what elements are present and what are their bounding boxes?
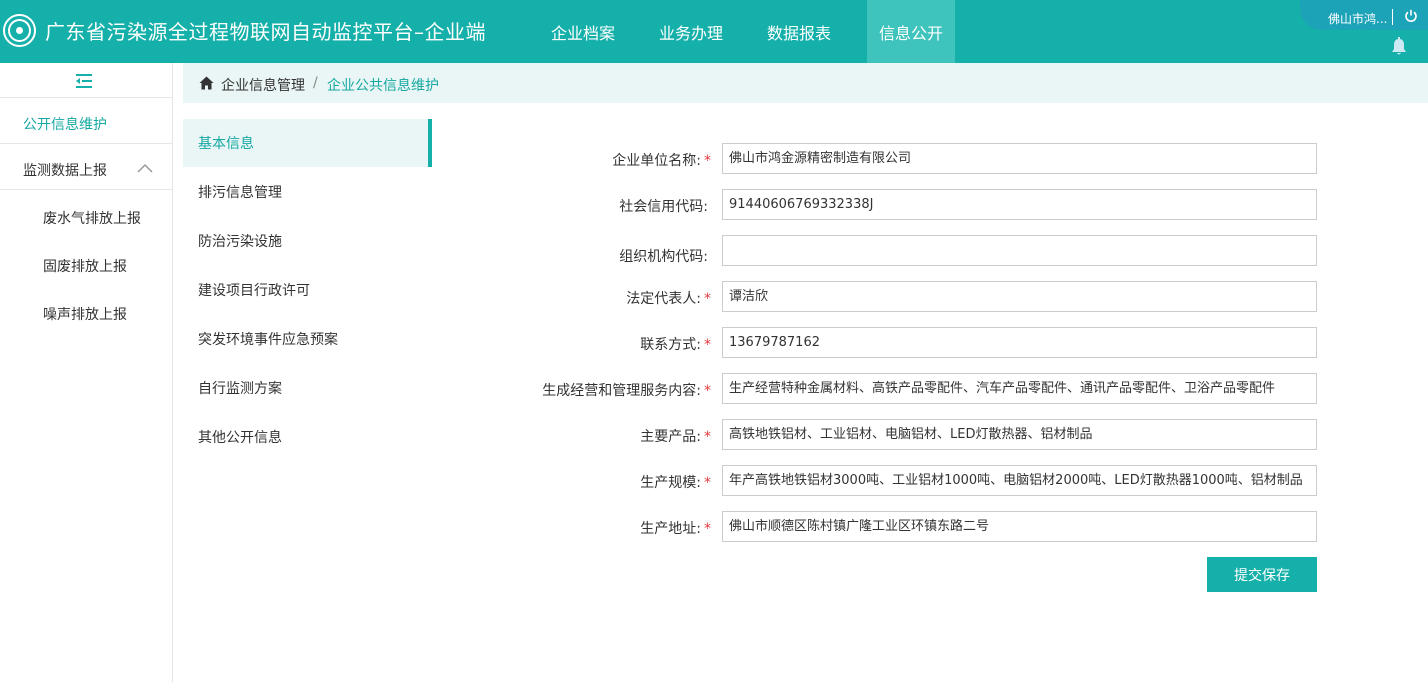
logo-icon	[3, 14, 36, 47]
bell-icon[interactable]	[1390, 37, 1408, 57]
sidebar: 公开信息维护 监测数据上报 废水气排放上报 固废排放上报 噪声排放上报	[0, 63, 173, 682]
top-header: 广东省污染源全过程物联网自动监控平台–企业端 企业档案 业务办理 数据报表 信息…	[0, 0, 1428, 63]
nav-data-reports[interactable]: 数据报表	[751, 0, 847, 63]
submit-save-button[interactable]: 提交保存	[1207, 557, 1317, 592]
contact-field[interactable]: 13679787162	[722, 327, 1317, 358]
main-nav: 企业档案 业务办理 数据报表 信息公开	[535, 0, 967, 63]
submenu-emergency-plan[interactable]: 突发环境事件应急预案	[183, 314, 432, 363]
business-scope-field[interactable]: 生产经营特种金属材料、高铁产品零配件、汽车产品零配件、通讯产品零配件、卫浴产品零…	[722, 373, 1317, 404]
user-name[interactable]: 佛山市鸿...	[1328, 10, 1387, 27]
nav-business[interactable]: 业务办理	[643, 0, 739, 63]
info-submenu: 基本信息 排污信息管理 防治污染设施 建设项目行政许可 突发环境事件应急预案 自…	[183, 119, 432, 461]
form-row-main-products: 主要产品: * 高铁地铁铝材、工业铝材、电脑铝材、LED灯散热器、铝材制品	[500, 419, 1317, 450]
field-label: 联系方式: *	[640, 337, 711, 353]
form-row-legal-rep: 法定代表人: * 谭洁欣	[500, 281, 1317, 312]
address-field[interactable]: 佛山市顺德区陈村镇广隆工业区环镇东路二号	[722, 511, 1317, 542]
user-area: 佛山市鸿...	[1300, 0, 1428, 30]
sidebar-item-public-info[interactable]: 公开信息维护	[23, 114, 107, 134]
breadcrumb-level2: 企业公共信息维护	[327, 78, 439, 94]
submenu-self-monitoring[interactable]: 自行监测方案	[183, 363, 432, 412]
main-products-field[interactable]: 高铁地铁铝材、工业铝材、电脑铝材、LED灯散热器、铝材制品	[722, 419, 1317, 450]
form-row-business-scope: 生成经营和管理服务内容: * 生产经营特种金属材料、高铁产品零配件、汽车产品零配件…	[500, 373, 1317, 404]
divider	[0, 189, 172, 190]
submenu-construction-permit[interactable]: 建设项目行政许可	[183, 265, 432, 314]
sidebar-item-noise[interactable]: 噪声排放上报	[43, 304, 127, 324]
power-icon[interactable]	[1404, 9, 1418, 23]
form-row-production-scale: 生产规模: * 年产高铁地铁铝材3000吨、工业铝材1000吨、电脑铝材2000吨…	[500, 465, 1317, 496]
submenu-basic-info[interactable]: 基本信息	[183, 119, 432, 167]
breadcrumb-level1[interactable]: 企业信息管理	[221, 75, 305, 95]
sidebar-item-wastewater-gas[interactable]: 废水气排放上报	[43, 208, 141, 228]
collapse-menu-icon[interactable]	[74, 72, 94, 90]
field-label: 主要产品: *	[640, 429, 711, 445]
breadcrumb-separator: /	[313, 75, 318, 91]
org-code-field[interactable]	[722, 235, 1317, 266]
form-row-address: 生产地址: * 佛山市顺德区陈村镇广隆工业区环镇东路二号	[500, 511, 1317, 542]
app-title: 广东省污染源全过程物联网自动监控平台–企业端	[45, 20, 486, 44]
sidebar-item-solid-waste[interactable]: 固废排放上报	[43, 256, 127, 276]
production-scale-field[interactable]: 年产高铁地铁铝材3000吨、工业铝材1000吨、电脑铝材2000吨、LED灯散热…	[722, 465, 1317, 496]
field-label: 企业单位名称: *	[612, 153, 711, 169]
field-label: 组织机构代码:	[619, 249, 708, 265]
submenu-pollution-facilities[interactable]: 防治污染设施	[183, 216, 432, 265]
form-row-org-code: 组织机构代码:	[500, 235, 1317, 266]
form-row-credit-code: 社会信用代码: 91440606769332338J	[500, 189, 1317, 220]
legal-rep-field[interactable]: 谭洁欣	[722, 281, 1317, 312]
field-label: 生产地址: *	[640, 521, 711, 537]
divider	[0, 143, 172, 144]
form-row-company-name: 企业单位名称: * 佛山市鸿金源精密制造有限公司	[500, 143, 1317, 174]
credit-code-field[interactable]: 91440606769332338J	[722, 189, 1317, 220]
submenu-other-info[interactable]: 其他公开信息	[183, 412, 432, 461]
field-label: 生成经营和管理服务内容: *	[542, 383, 711, 399]
home-icon[interactable]	[199, 76, 214, 90]
divider	[0, 97, 172, 98]
field-label: 生产规模: *	[640, 475, 711, 491]
submenu-pollution-discharge[interactable]: 排污信息管理	[183, 167, 432, 216]
field-label: 社会信用代码:	[619, 199, 708, 215]
breadcrumb: 企业信息管理 / 企业公共信息维护	[183, 63, 1428, 103]
divider	[1392, 9, 1393, 25]
sidebar-item-monitoring-upload[interactable]: 监测数据上报	[23, 160, 107, 180]
form-row-contact: 联系方式: * 13679787162	[500, 327, 1317, 358]
company-name-field[interactable]: 佛山市鸿金源精密制造有限公司	[722, 143, 1317, 174]
field-label: 法定代表人: *	[626, 291, 711, 307]
chevron-up-icon[interactable]	[137, 163, 153, 173]
nav-enterprise-archive[interactable]: 企业档案	[535, 0, 631, 63]
nav-info-disclosure[interactable]: 信息公开	[867, 0, 956, 63]
